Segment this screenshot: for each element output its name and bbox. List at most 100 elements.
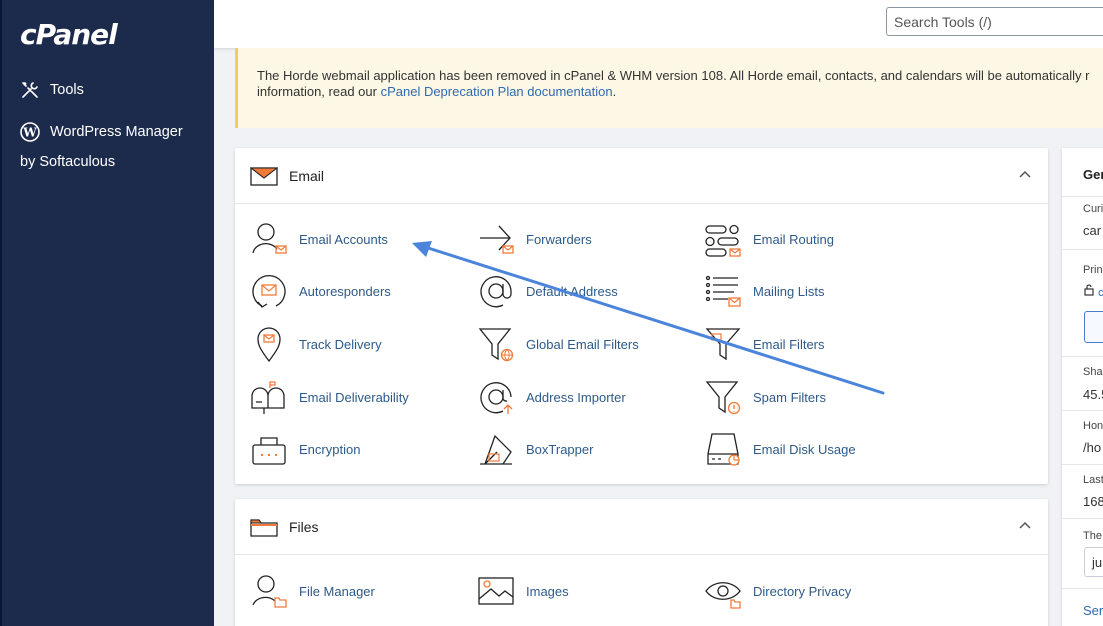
current-user-value: car [1083, 223, 1102, 238]
sidebar-item-wordpress-manager[interactable]: W WordPress Manager [20, 122, 183, 142]
email-section-header[interactable]: Email [235, 148, 1048, 204]
theme-label: The [1083, 530, 1102, 542]
tool-email-disk-usage[interactable]: Email Disk Usage [704, 430, 856, 468]
last-login-label: Last [1083, 474, 1103, 486]
tools-icon [20, 80, 40, 100]
spam-filters-icon [704, 378, 742, 416]
default-address-icon [477, 272, 515, 310]
tool-label: Images [526, 583, 569, 599]
shared-ip-value: 45.5 [1083, 387, 1103, 402]
tool-default-address[interactable]: Default Address [477, 272, 618, 310]
search-input[interactable] [886, 7, 1103, 36]
deprecation-notice: The Horde webmail application has been r… [235, 48, 1103, 128]
files-section-title: Files [289, 518, 319, 535]
top-header [214, 0, 1103, 48]
tool-spam-filters[interactable]: Spam Filters [704, 378, 826, 416]
panel-heading: Ger [1083, 167, 1103, 182]
tool-label: BoxTrapper [526, 441, 594, 457]
address-importer-icon [477, 378, 515, 416]
tool-images[interactable]: Images [477, 572, 569, 610]
primary-domain-link[interactable]: c [1098, 287, 1103, 299]
last-login-value: 168 [1083, 494, 1103, 509]
divider [1062, 196, 1103, 197]
home-directory-label: Hon [1083, 420, 1103, 432]
mailing-lists-icon [704, 272, 742, 310]
tool-label: Email Filters [753, 336, 825, 352]
notice-line-1: The Horde webmail application has been r… [257, 68, 1090, 83]
tool-email-deliverability[interactable]: Email Deliverability [250, 378, 409, 416]
tool-label: File Manager [299, 583, 375, 599]
tool-email-routing[interactable]: Email Routing [704, 220, 834, 258]
tool-encryption[interactable]: Encryption [250, 430, 360, 468]
chevron-up-icon[interactable] [1018, 168, 1032, 182]
files-section: Files File Manager Images Directory Privac… [235, 499, 1048, 626]
cpanel-logo[interactable]: cPanel [20, 18, 118, 51]
tool-track-delivery[interactable]: Track Delivery [250, 325, 382, 363]
files-section-header[interactable]: Files [235, 499, 1048, 555]
tool-email-filters[interactable]: Email Filters [704, 325, 825, 363]
sidebar: cPanel Tools W WordPress Manager by Soft… [0, 0, 214, 626]
wordpress-icon: W [20, 122, 40, 142]
tool-file-manager[interactable]: File Manager [250, 572, 375, 610]
email-section: Email Email Accounts Forwarders Email Rout… [235, 148, 1048, 484]
track-delivery-icon [250, 325, 288, 363]
boxtrapper-icon [477, 430, 515, 468]
tool-label: Email Routing [753, 231, 834, 247]
primary-domain-button[interactable] [1084, 311, 1103, 343]
folder-icon [250, 516, 278, 538]
chevron-up-icon[interactable] [1018, 519, 1032, 533]
tool-label: Track Delivery [299, 336, 382, 352]
tool-label: Default Address [526, 283, 618, 299]
tool-forwarders[interactable]: Forwarders [477, 220, 592, 258]
divider [1062, 588, 1103, 589]
divider [1062, 410, 1103, 411]
sidebar-item-label: WordPress Manager [50, 124, 183, 140]
notice-text: information, read our [257, 84, 381, 99]
sidebar-item-sublabel[interactable]: by Softaculous [20, 154, 115, 170]
tool-label: Email Disk Usage [753, 441, 856, 457]
email-section-title: Email [289, 167, 325, 184]
divider [1062, 249, 1103, 250]
svg-text:W: W [22, 126, 37, 140]
tool-address-importer[interactable]: Address Importer [477, 378, 626, 416]
tool-autoresponders[interactable]: Autoresponders [250, 272, 391, 310]
home-directory-value: /ho [1083, 440, 1102, 455]
tool-label: Encryption [299, 441, 361, 457]
divider [1062, 356, 1103, 357]
email-disk-usage-icon [704, 430, 742, 468]
tool-label: Address Importer [526, 389, 626, 405]
email-filters-icon [704, 325, 742, 363]
sidebar-item-label: Tools [50, 82, 84, 98]
tool-label: Directory Privacy [753, 583, 852, 599]
tool-directory-privacy[interactable]: Directory Privacy [704, 572, 851, 610]
server-information-link[interactable]: Ser [1083, 603, 1103, 618]
tool-label: Email Accounts [299, 231, 388, 247]
theme-select[interactable]: ju [1084, 547, 1103, 577]
directory-privacy-icon [704, 572, 742, 610]
tool-mailing-lists[interactable]: Mailing Lists [704, 272, 825, 310]
autoresponders-icon [250, 272, 288, 310]
general-information-panel: Ger Curi car Prin c Sha 45.5 Hon /ho Las… [1062, 148, 1103, 626]
tool-boxtrapper[interactable]: BoxTrapper [477, 430, 593, 468]
email-routing-icon [704, 220, 742, 258]
email-accounts-icon [250, 220, 288, 258]
lock-icon: c [1083, 284, 1103, 299]
envelope-icon [250, 165, 278, 187]
divider [1062, 464, 1103, 465]
current-user-label: Curi [1083, 203, 1103, 215]
tool-label: Forwarders [526, 231, 592, 247]
notice-line-2: information, read our cPanel Deprecation… [257, 84, 1103, 100]
tool-label: Mailing Lists [753, 283, 825, 299]
tool-global-email-filters[interactable]: Global Email Filters [477, 325, 639, 363]
file-manager-icon [250, 572, 288, 610]
tool-email-accounts[interactable]: Email Accounts [250, 220, 388, 258]
deprecation-plan-link[interactable]: cPanel Deprecation Plan documentation [381, 84, 613, 99]
tool-label: Autoresponders [299, 283, 391, 299]
primary-domain-label: Prin [1083, 264, 1103, 276]
tool-label: Global Email Filters [526, 336, 639, 352]
global-email-filters-icon [477, 325, 515, 363]
notice-text-end: . [612, 84, 617, 99]
sidebar-item-tools[interactable]: Tools [20, 80, 84, 100]
tool-label: Email Deliverability [299, 389, 409, 405]
forwarders-icon [477, 220, 515, 258]
